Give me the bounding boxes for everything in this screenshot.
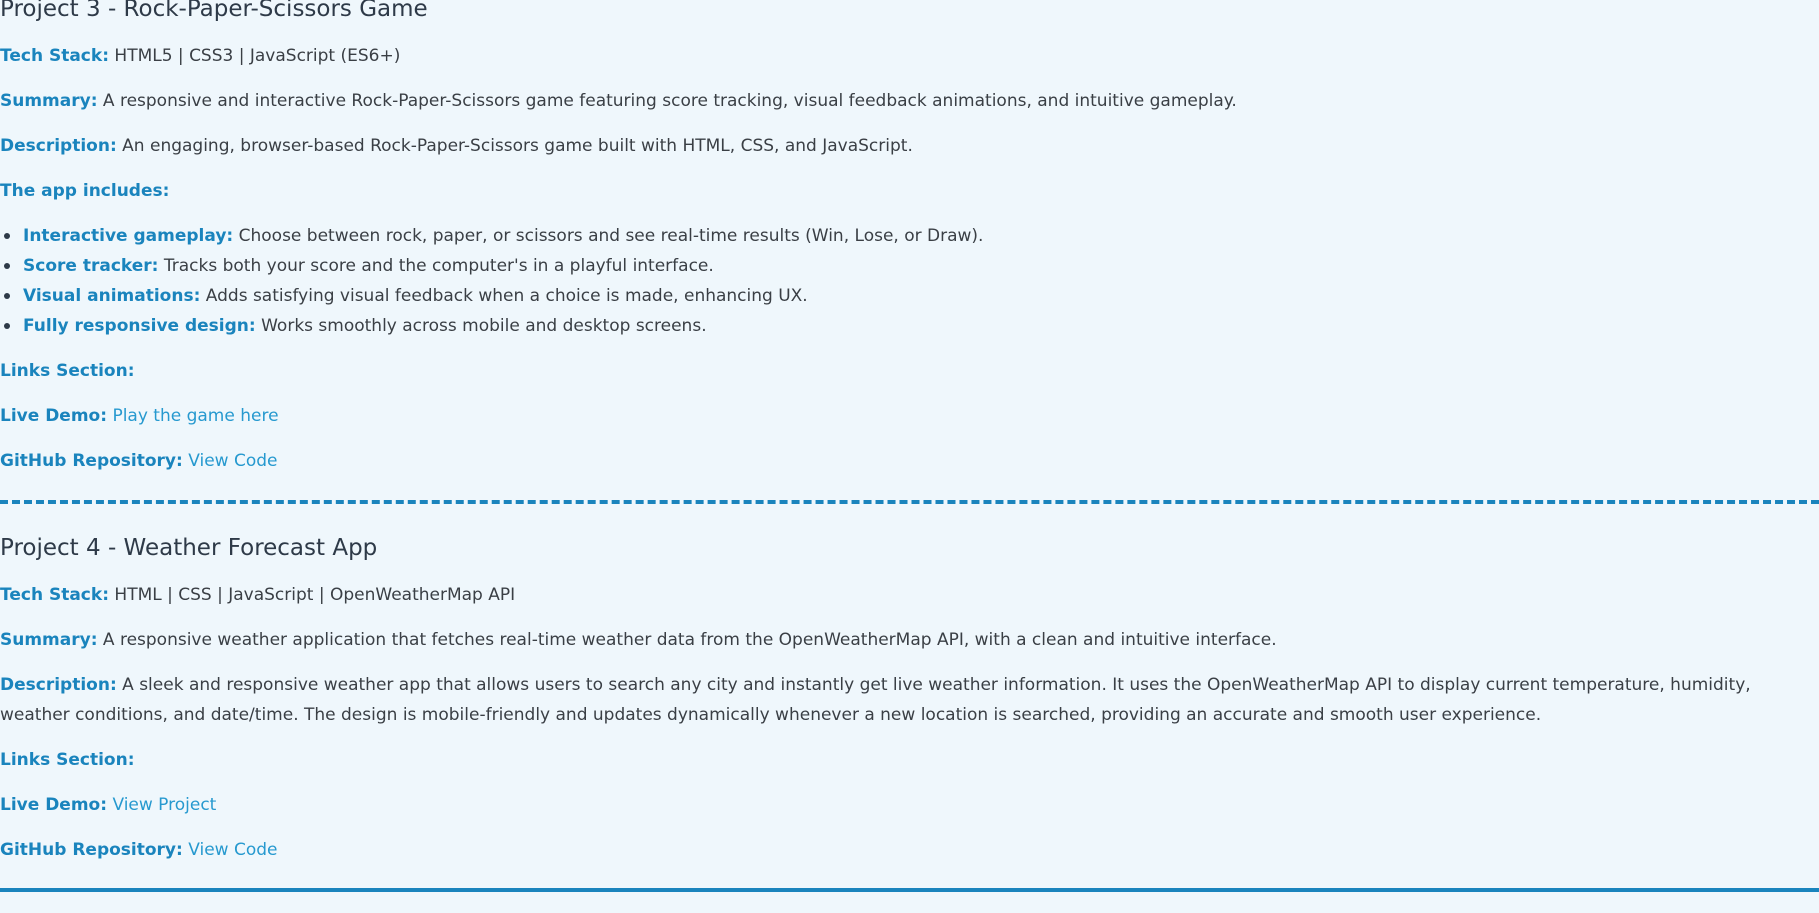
feature-text: Works smoothly across mobile and desktop… <box>261 316 707 336</box>
description-value: A sleek and responsive weather app that … <box>0 675 1751 725</box>
project-3-github: GitHub Repository: View Code <box>0 449 278 473</box>
summary-label: Summary: <box>0 630 98 650</box>
project-4-github: GitHub Repository: View Code <box>0 838 278 862</box>
description-label: Description: <box>0 675 117 695</box>
feature-label: Interactive gameplay: <box>23 226 234 246</box>
project-3-title: Project 3 - Rock-Paper-Scissors Game <box>0 0 428 22</box>
section-divider <box>0 500 1819 504</box>
view-code-link[interactable]: View Code <box>188 451 277 471</box>
view-code-link[interactable]: View Code <box>188 840 277 860</box>
project-4-description: Description: A sleek and responsive weat… <box>0 670 1790 730</box>
bullet-icon <box>4 323 10 329</box>
summary-label: Summary: <box>0 91 98 111</box>
view-project-link[interactable]: View Project <box>112 795 216 815</box>
github-label: GitHub Repository: <box>0 840 183 860</box>
bullet-icon <box>4 263 10 269</box>
description-label: Description: <box>0 136 117 156</box>
project-3-tech-stack: Tech Stack: HTML5 | CSS3 | JavaScript (E… <box>0 44 400 68</box>
project-3-live-demo: Live Demo: Play the game here <box>0 404 279 428</box>
github-label: GitHub Repository: <box>0 451 183 471</box>
project-4-title: Project 4 - Weather Forecast App <box>0 535 378 561</box>
bottom-divider <box>0 888 1819 892</box>
project-3-description: Description: An engaging, browser-based … <box>0 134 913 158</box>
list-item: Visual animations: Adds satisfying visua… <box>0 284 983 314</box>
tech-stack-value: HTML5 | CSS3 | JavaScript (ES6+) <box>114 46 401 66</box>
feature-text: Choose between rock, paper, or scissors … <box>238 226 984 246</box>
list-item: Interactive gameplay: Choose between roc… <box>0 224 983 254</box>
list-item: Score tracker: Tracks both your score an… <box>0 254 983 284</box>
project-3-links-heading: Links Section: <box>0 361 135 381</box>
feature-label: Visual animations: <box>23 286 201 306</box>
feature-label: Fully responsive design: <box>23 316 256 336</box>
bullet-icon <box>4 293 10 299</box>
feature-text: Adds satisfying visual feedback when a c… <box>205 286 808 306</box>
bullet-icon <box>4 233 10 239</box>
project-3-summary: Summary: A responsive and interactive Ro… <box>0 89 1237 113</box>
project-4-links-heading: Links Section: <box>0 750 135 770</box>
play-game-link[interactable]: Play the game here <box>112 406 278 426</box>
project-4-tech-stack: Tech Stack: HTML | CSS | JavaScript | Op… <box>0 583 515 607</box>
project-3-feature-list: Interactive gameplay: Choose between roc… <box>0 224 983 344</box>
project-3-includes-heading: The app includes: <box>0 181 170 201</box>
summary-value: A responsive weather application that fe… <box>102 630 1277 650</box>
list-item: Fully responsive design: Works smoothly … <box>0 314 983 344</box>
description-value: An engaging, browser-based Rock-Paper-Sc… <box>122 136 913 156</box>
tech-stack-label: Tech Stack: <box>0 46 109 66</box>
project-4-live-demo: Live Demo: View Project <box>0 793 216 817</box>
feature-label: Score tracker: <box>23 256 159 276</box>
live-demo-label: Live Demo: <box>0 795 108 815</box>
tech-stack-label: Tech Stack: <box>0 585 109 605</box>
summary-value: A responsive and interactive Rock-Paper-… <box>102 91 1237 111</box>
live-demo-label: Live Demo: <box>0 406 108 426</box>
project-4-summary: Summary: A responsive weather applicatio… <box>0 628 1277 652</box>
page: Project 3 - Rock-Paper-Scissors Game Tec… <box>0 0 1819 913</box>
feature-text: Tracks both your score and the computer'… <box>163 256 714 276</box>
tech-stack-value: HTML | CSS | JavaScript | OpenWeatherMap… <box>114 585 516 605</box>
